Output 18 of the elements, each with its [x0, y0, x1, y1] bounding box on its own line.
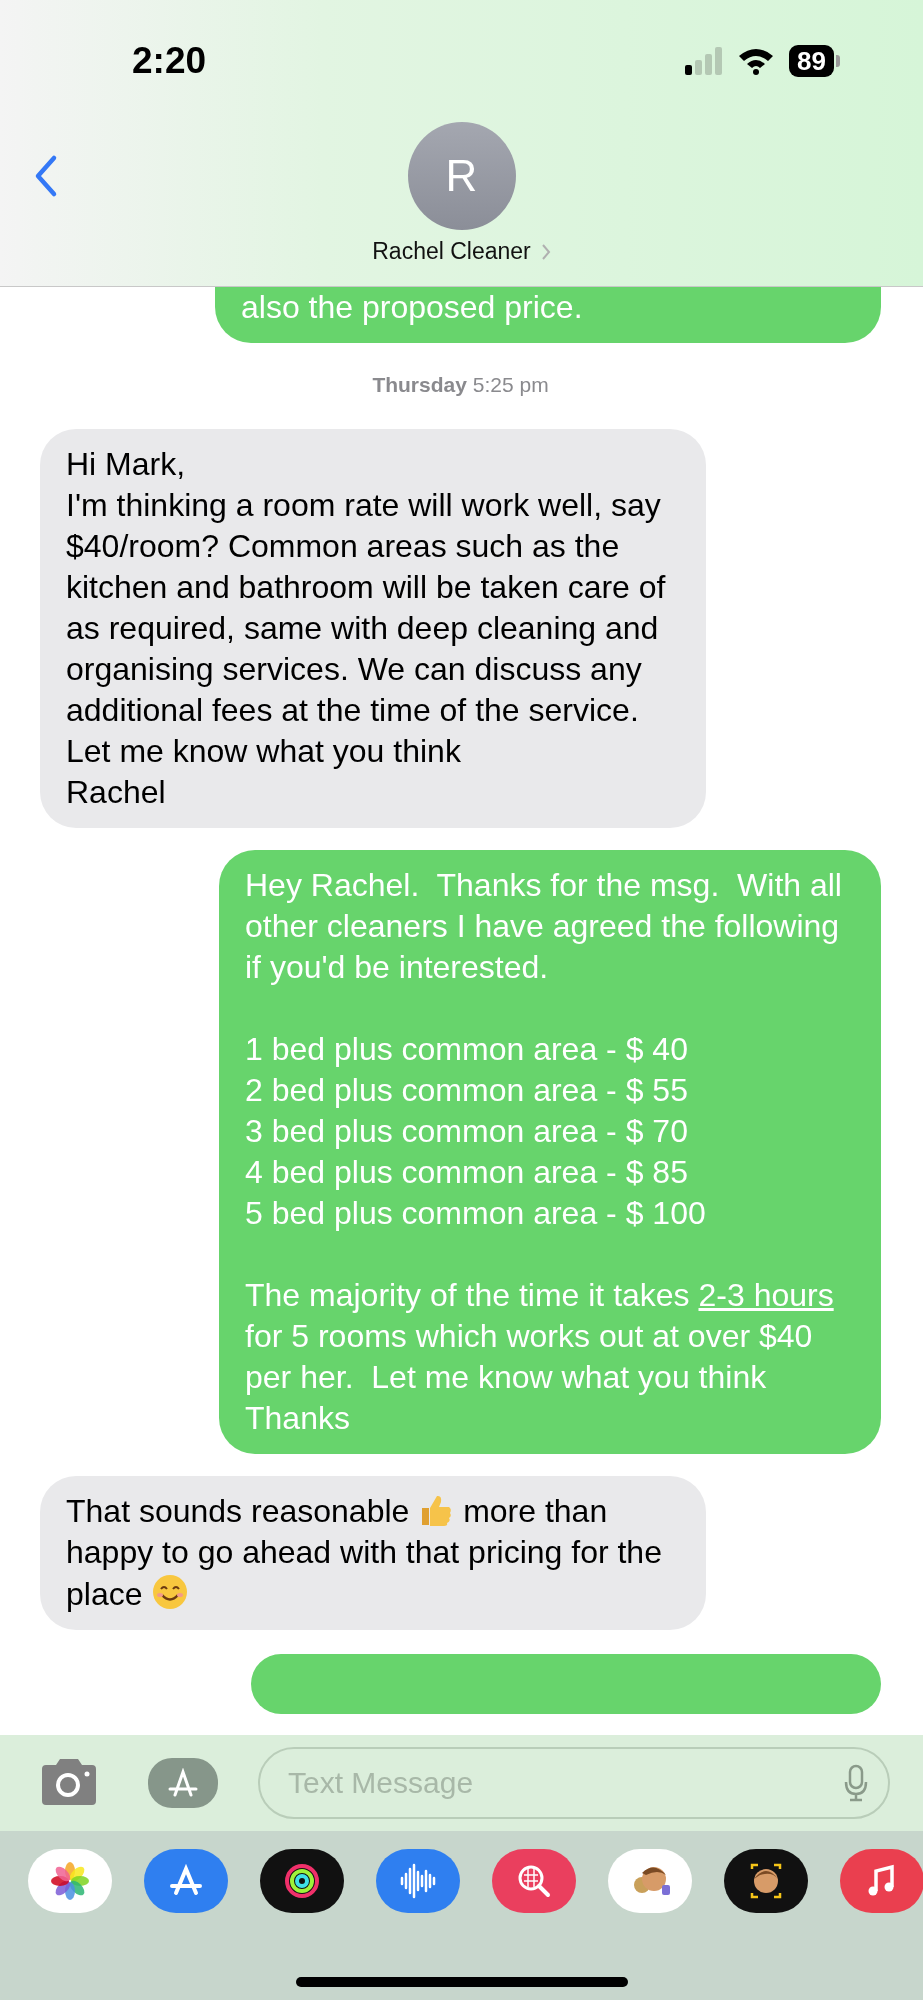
apps-button[interactable] — [148, 1758, 218, 1808]
microphone-icon[interactable] — [844, 1764, 868, 1802]
battery-indicator: 89 — [789, 45, 840, 77]
message-bubble: That sounds reasonable more than happy to go ahead with that pricing for the place — [40, 1476, 706, 1630]
timestamp: Thursday 5:25 pm — [372, 373, 549, 397]
date-link[interactable]: 2-3 hours — [698, 1277, 834, 1313]
chevron-icon — [540, 242, 551, 261]
status-time: 2:20 — [132, 40, 207, 82]
wifi-icon — [737, 47, 776, 75]
smiley-icon — [151, 1573, 190, 1611]
apps-icon — [166, 1768, 200, 1798]
music-note-icon[interactable] — [840, 1849, 923, 1913]
message-bubble: Hey Rachel. Thanks for the msg. With all other cleaners I have agreed the following if you'd be interested. 1 bed plus common area - $ 40 2 bed plus common area - $ 55 3 bed plus common area - $ 70 4 bed plus common area - $ 85 5 bed plus common area - $ 100 The majority of the time it takes 2-3 hours for 5 rooms which works out at over $40 per her. Let me know what you think Thanks — [219, 850, 881, 1454]
message-bubble: also the proposed price. — [215, 287, 881, 343]
contact-avatar[interactable]: R — [407, 122, 516, 230]
signal-icon — [685, 47, 724, 75]
contact-name[interactable]: Rachel Cleaner — [372, 238, 551, 265]
message-bubble: Hi Mark, I'm thinking a room rate will work well, say $40/room? Common areas such as the kitchen and bathroom will be taken care of as required, same with deep cleaning and organising services. We can discuss any additional fees at the time of the service. Let me know what you think Rachel — [40, 429, 706, 828]
